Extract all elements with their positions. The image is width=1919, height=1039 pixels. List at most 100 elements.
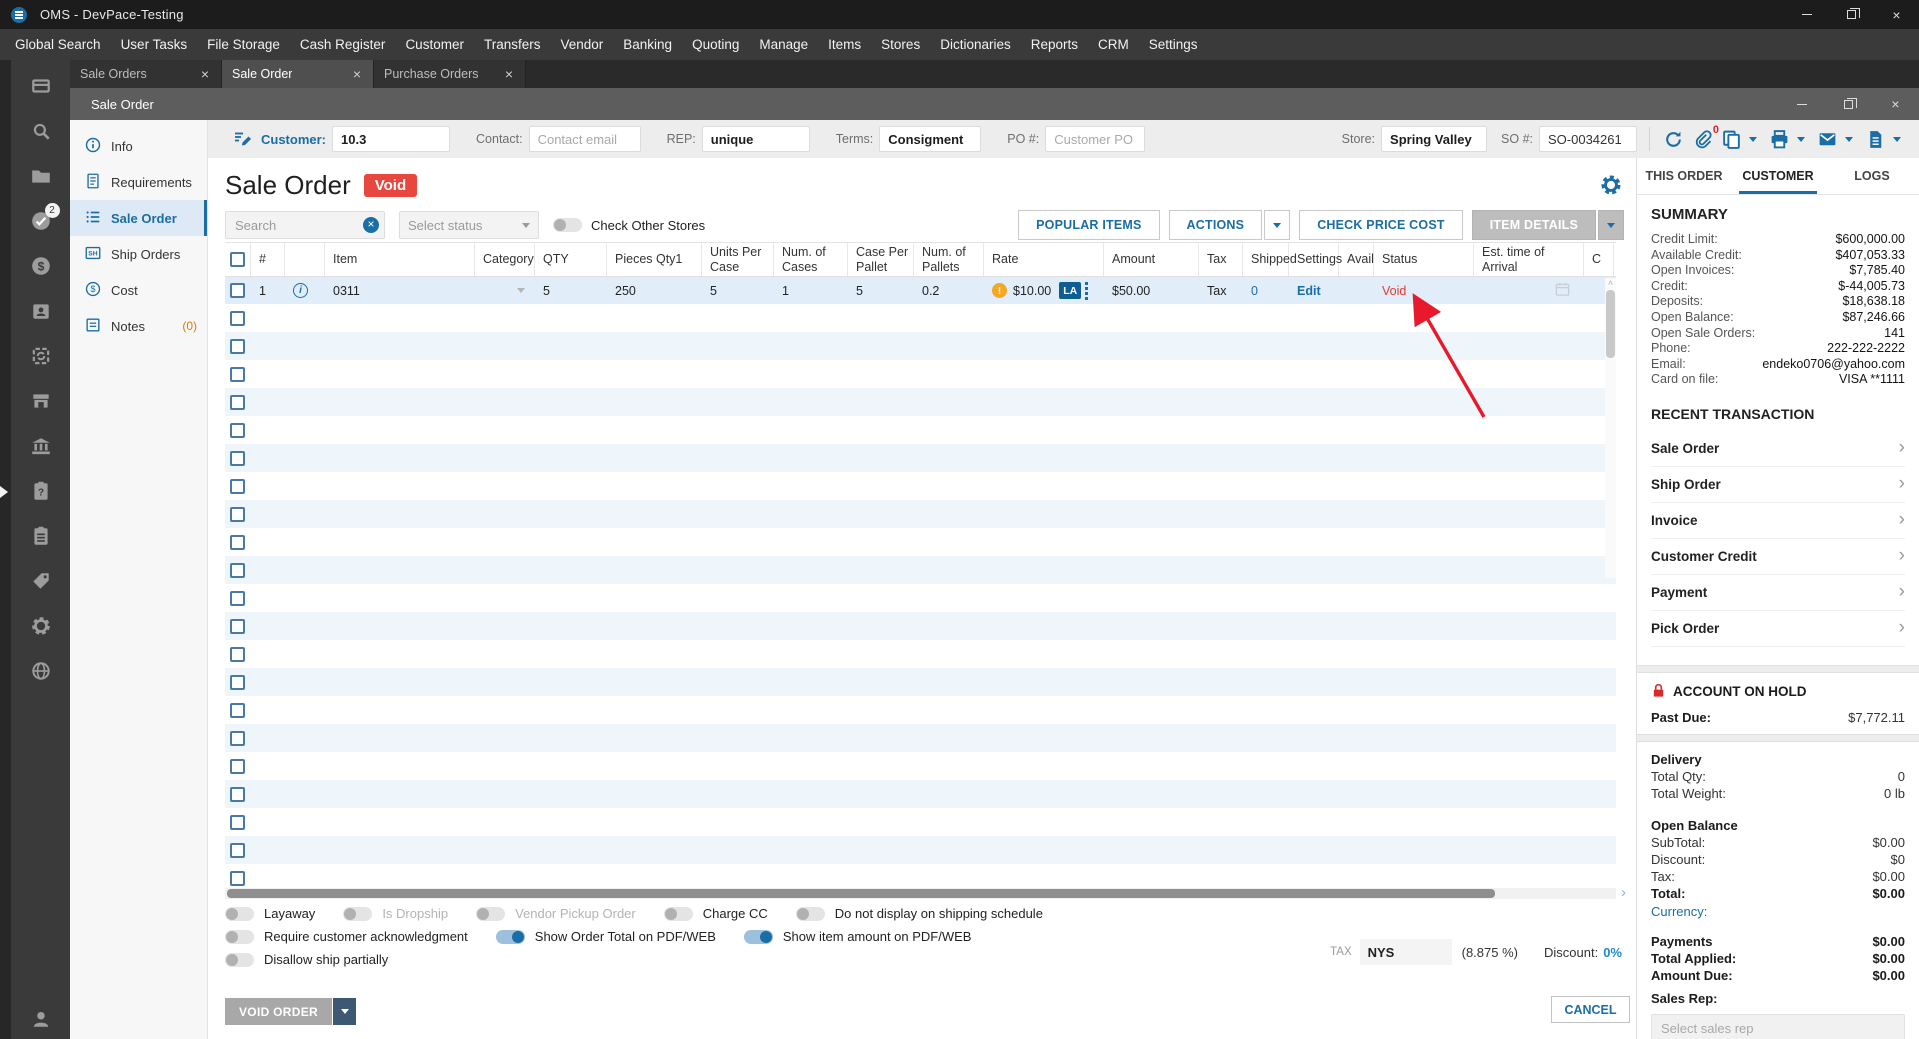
dollar-icon[interactable]: $ (29, 254, 53, 278)
row-checkbox[interactable] (230, 646, 245, 662)
sidebar-item-cost[interactable]: $ Cost (70, 272, 207, 308)
clipboard-question-icon[interactable]: ? (29, 479, 53, 503)
gear-icon[interactable] (29, 614, 53, 638)
row-checkbox[interactable] (230, 562, 245, 578)
row-checkbox[interactable] (230, 310, 245, 326)
item-details-dropdown-button[interactable] (1598, 210, 1624, 240)
contact-field[interactable] (528, 126, 641, 152)
item-details-button[interactable]: ITEM DETAILS (1471, 210, 1596, 240)
mail-icon[interactable] (1816, 128, 1838, 150)
toggle-vendor-pickup-order[interactable]: Vendor Pickup Order (476, 906, 636, 921)
user-icon[interactable] (29, 1007, 53, 1031)
menu-item-dictionaries[interactable]: Dictionaries (930, 29, 1021, 60)
actions-button[interactable]: ACTIONS (1168, 210, 1263, 240)
bank-icon[interactable] (29, 434, 53, 458)
recent-ship-order-link[interactable]: Ship Order › (1651, 467, 1905, 503)
scroll-right-icon[interactable]: › (1621, 884, 1626, 901)
copy-icon[interactable] (1720, 128, 1742, 150)
tab-purchase-orders[interactable]: Purchase Orders × (374, 60, 526, 88)
row-checkbox[interactable] (230, 618, 245, 634)
row-checkbox[interactable] (230, 786, 245, 802)
recent-pick-order-link[interactable]: Pick Order › (1651, 611, 1905, 647)
sync-icon[interactable] (29, 344, 53, 368)
chevron-down-icon[interactable] (1845, 136, 1853, 142)
menu-item-quoting[interactable]: Quoting (682, 29, 749, 60)
table-settings-gear-icon[interactable] (1600, 174, 1622, 196)
menu-item-global-search[interactable]: Global Search (5, 29, 111, 60)
row-checkbox[interactable] (230, 730, 245, 746)
customer-field[interactable] (332, 126, 451, 152)
tab-close-icon[interactable]: × (199, 66, 211, 82)
inner-close-button[interactable]: × (1872, 88, 1919, 120)
sidebar-item-requirements[interactable]: Requirements (70, 164, 207, 200)
menu-item-items[interactable]: Items (818, 29, 871, 60)
currency-link[interactable]: Currency: (1651, 904, 1905, 919)
tab-sale-orders[interactable]: Sale Orders × (70, 60, 222, 88)
search-icon[interactable] (29, 119, 53, 143)
row-checkbox[interactable] (230, 394, 245, 410)
table-horizontal-scrollbar[interactable] (225, 888, 1616, 899)
panel-tab-logs[interactable]: LOGS (1825, 158, 1919, 194)
attachment-icon[interactable]: 0 (1691, 124, 1719, 150)
tag-icon[interactable] (29, 569, 53, 593)
inner-minimize-button[interactable] (1778, 88, 1825, 120)
so-number-field[interactable] (1539, 126, 1637, 152)
chevron-down-icon[interactable] (1749, 136, 1757, 142)
select-all-checkbox[interactable] (230, 252, 245, 267)
toggle-do-not-display-on-shipping-schedule[interactable]: Do not display on shipping schedule (795, 906, 1043, 921)
toggle-show-item-amount-on-pdf-web[interactable]: Show item amount on PDF/WEB (743, 929, 971, 944)
window-restore-button[interactable] (1829, 0, 1874, 29)
item-search-input[interactable] (225, 211, 385, 239)
inner-restore-button[interactable] (1825, 88, 1872, 120)
row-checkbox[interactable] (230, 758, 245, 774)
void-order-dropdown-button[interactable] (333, 998, 357, 1025)
menu-item-settings[interactable]: Settings (1139, 29, 1208, 60)
window-close-button[interactable]: × (1874, 0, 1919, 29)
status-filter-select[interactable]: Select status (399, 211, 539, 239)
export-doc-icon[interactable] (1864, 128, 1886, 150)
tax-region-field[interactable]: NYS (1359, 939, 1452, 965)
terms-field[interactable] (879, 126, 982, 152)
price-warning-icon[interactable]: ! (992, 283, 1007, 298)
rep-field[interactable] (701, 126, 810, 152)
search-clear-icon[interactable]: × (363, 217, 379, 233)
toggle-layaway[interactable]: Layaway (225, 906, 315, 921)
row-checkbox[interactable] (230, 338, 245, 354)
recent-sale-order-link[interactable]: Sale Order › (1651, 431, 1905, 467)
popular-items-button[interactable]: POPULAR ITEMS (1018, 210, 1160, 240)
menu-item-customer[interactable]: Customer (395, 29, 474, 60)
window-minimize-button[interactable] (1784, 0, 1829, 29)
globe-icon[interactable] (29, 659, 53, 683)
row-checkbox[interactable] (230, 478, 245, 494)
panel-tab-customer[interactable]: CUSTOMER (1731, 158, 1825, 194)
menu-item-stores[interactable]: Stores (871, 29, 930, 60)
edit-settings-link[interactable]: Edit (1297, 284, 1321, 298)
store-icon[interactable] (29, 389, 53, 413)
menu-item-manage[interactable]: Manage (749, 29, 818, 60)
sidebar-item-ship-orders[interactable]: SH Ship Orders (70, 236, 207, 272)
discount-value-link[interactable]: 0% (1603, 945, 1622, 960)
print-icon[interactable] (1768, 128, 1790, 150)
row-checkbox[interactable] (230, 814, 245, 830)
row-checkbox[interactable] (230, 842, 245, 858)
toggle-charge-cc[interactable]: Charge CC (663, 906, 768, 921)
recent-customer-credit-link[interactable]: Customer Credit › (1651, 539, 1905, 575)
recent-invoice-link[interactable]: Invoice › (1651, 503, 1905, 539)
toggle-show-order-total-on-pdf-web[interactable]: Show Order Total on PDF/WEB (495, 929, 716, 944)
menu-item-user-tasks[interactable]: User Tasks (111, 29, 198, 60)
item-info-icon[interactable]: i (293, 283, 308, 298)
clipboard-icon[interactable] (29, 524, 53, 548)
menu-item-cash-register[interactable]: Cash Register (290, 29, 396, 60)
tab-sale-order[interactable]: Sale Order × (222, 60, 374, 88)
tasks-check-icon[interactable]: 2 (29, 203, 60, 233)
refresh-icon[interactable] (1662, 128, 1684, 150)
cancel-button[interactable]: CANCEL (1551, 996, 1630, 1023)
row-checkbox[interactable] (230, 534, 245, 550)
row-checkbox[interactable] (230, 674, 245, 690)
sales-rep-select[interactable] (1651, 1013, 1905, 1039)
sidebar-item-info[interactable]: Info (70, 128, 207, 164)
table-vertical-scrollbar[interactable]: ˄ (1605, 278, 1616, 578)
row-checkbox[interactable] (230, 422, 245, 438)
drag-handle-icon[interactable] (1085, 281, 1089, 300)
chevron-down-icon[interactable] (1893, 136, 1901, 142)
